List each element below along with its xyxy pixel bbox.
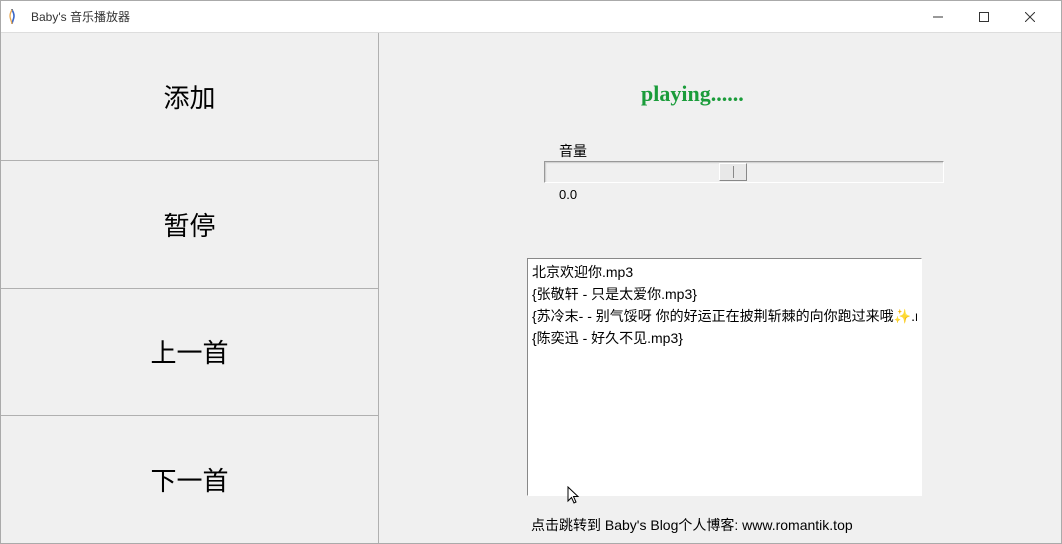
window-controls	[915, 2, 1053, 32]
app-icon	[9, 9, 25, 25]
list-item[interactable]: {张敬轩 - 只是太爱你.mp3}	[532, 283, 917, 305]
volume-slider-thumb[interactable]	[719, 163, 747, 181]
next-button[interactable]: 下一首	[1, 416, 378, 543]
prev-button[interactable]: 上一首	[1, 289, 378, 417]
blog-link-label[interactable]: 点击跳转到 Baby's Blog个人博客: www.romantik.top	[531, 515, 853, 535]
volume-label: 音量	[559, 141, 587, 161]
playing-status: playing......	[641, 81, 744, 107]
minimize-button[interactable]	[915, 2, 961, 32]
content-area: 添加 暂停 上一首 下一首 playing...... 音量 0.0 北京欢迎你…	[1, 33, 1061, 543]
list-item[interactable]: 北京欢迎你.mp3	[532, 261, 917, 283]
close-button[interactable]	[1007, 2, 1053, 32]
volume-value: 0.0	[559, 187, 577, 202]
pause-button[interactable]: 暂停	[1, 161, 378, 289]
left-button-panel: 添加 暂停 上一首 下一首	[1, 33, 379, 543]
window-title: Baby's 音乐播放器	[31, 8, 915, 25]
list-item[interactable]: {苏冷末- - 别气馁呀 你的好运正在披荆斩棘的向你跑过来哦✨.m|	[532, 305, 917, 327]
titlebar: Baby's 音乐播放器	[1, 1, 1061, 33]
volume-slider[interactable]	[544, 161, 944, 183]
playlist-listbox[interactable]: 北京欢迎你.mp3 {张敬轩 - 只是太爱你.mp3} {苏冷末- - 别气馁呀…	[527, 258, 922, 496]
volume-slider-track	[544, 161, 944, 183]
app-window: Baby's 音乐播放器 添加 暂停 上一首 下一首 playing......…	[0, 0, 1062, 544]
maximize-button[interactable]	[961, 2, 1007, 32]
add-button[interactable]: 添加	[1, 33, 378, 161]
right-panel: playing...... 音量 0.0 北京欢迎你.mp3 {张敬轩 - 只是…	[379, 33, 1061, 543]
list-item[interactable]: {陈奕迅 - 好久不见.mp3}	[532, 327, 917, 349]
